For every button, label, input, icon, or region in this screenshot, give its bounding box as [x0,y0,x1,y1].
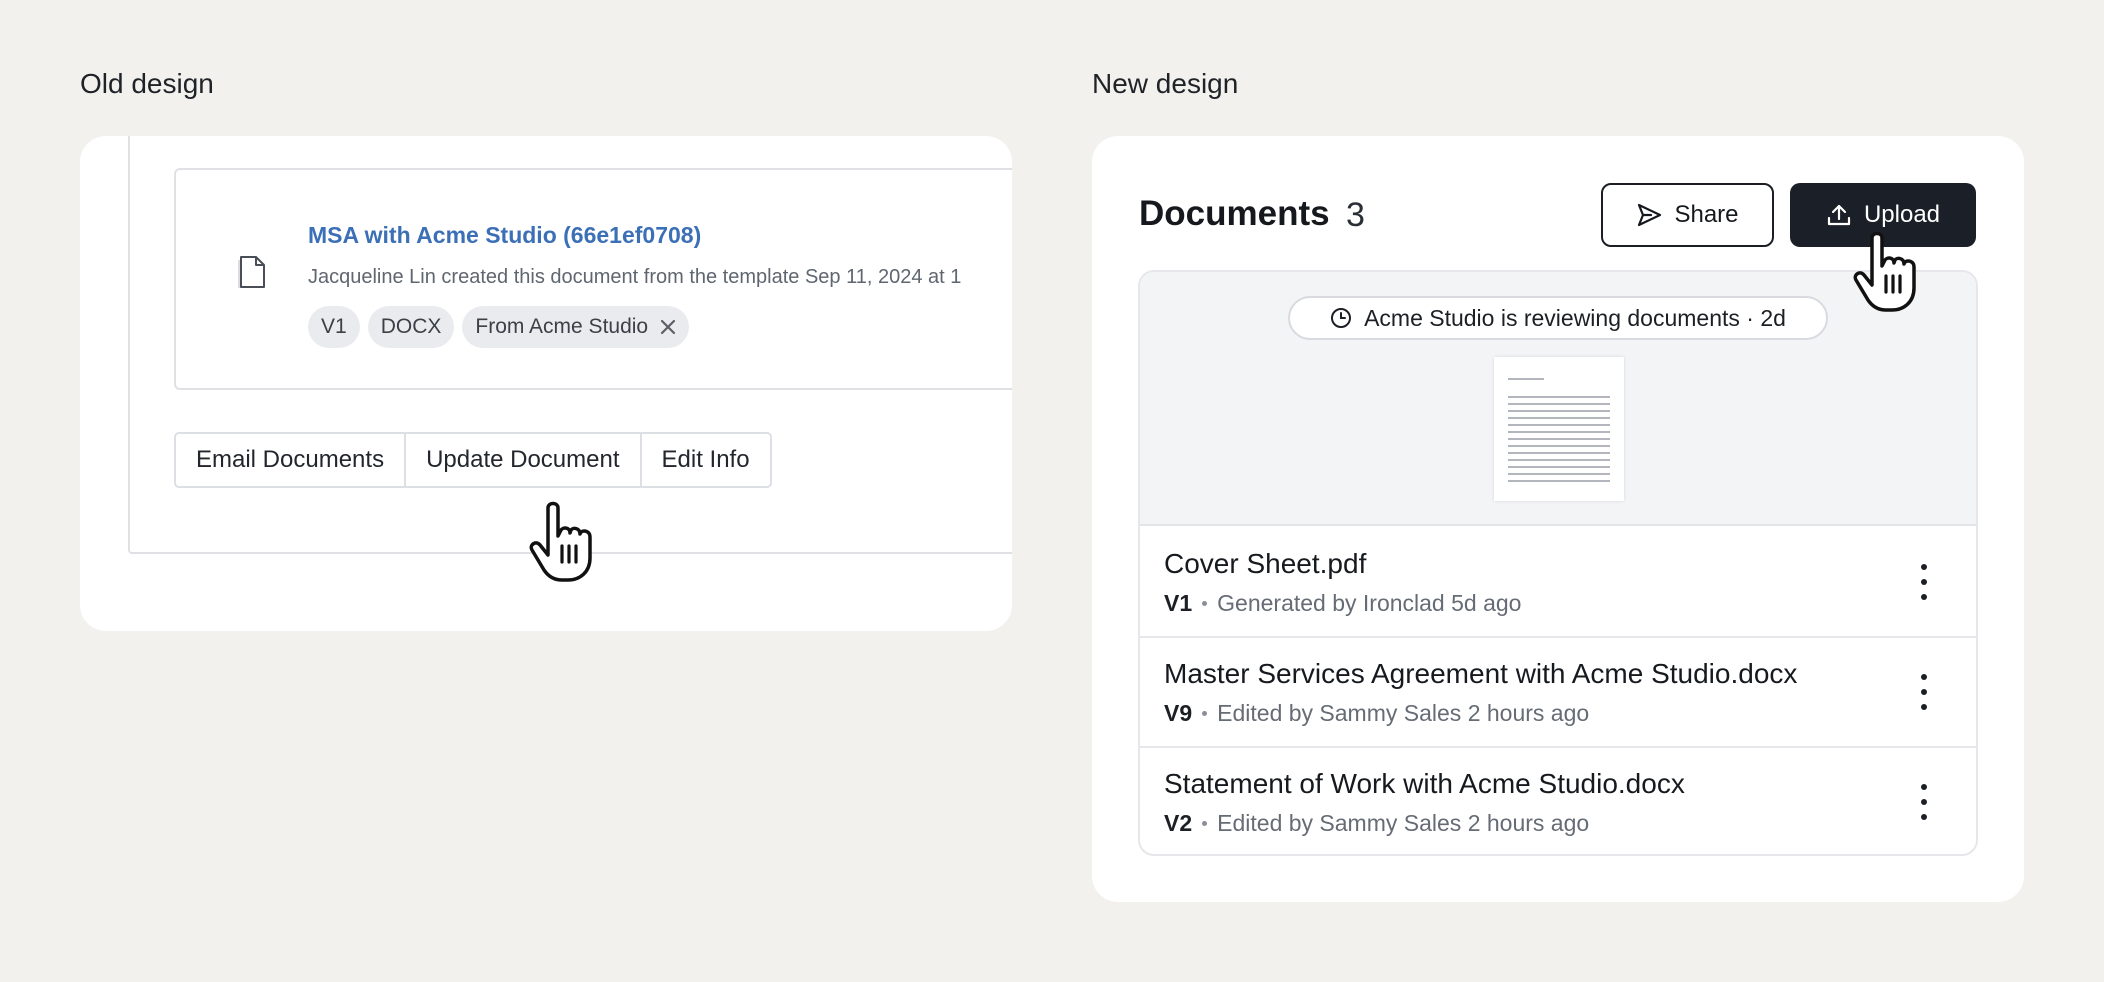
documents-count: 3 [1346,196,1365,234]
separator-dot [1202,601,1208,606]
upload-icon [1827,204,1851,226]
document-detail: Generated by Ironclad 5d ago [1217,590,1522,616]
hand-pointer-icon [1853,231,1916,312]
document-icon [238,256,265,288]
document-row[interactable]: Cover Sheet.pdf V1 Generated by Ironclad… [1140,528,1976,638]
separator-dot [1202,711,1208,716]
review-status-badge: Acme Studio is reviewing documents · 2d [1288,296,1828,340]
document-version: V1 [1164,590,1193,616]
email-documents-button[interactable]: Email Documents [176,434,407,486]
update-document-button[interactable]: Update Document [406,434,642,486]
tag-list: V1 DOCX From Acme Studio [308,306,690,348]
more-vertical-icon[interactable] [1918,674,1930,710]
old-document-frame: MSA with Acme Studio (66e1ef0708) Jacque… [128,136,1012,554]
send-icon [1638,203,1662,227]
document-version: V9 [1164,700,1193,726]
clock-icon [1331,308,1352,328]
document-thumbnail[interactable] [1494,357,1624,501]
more-vertical-icon[interactable] [1918,564,1930,600]
document-preview-area: Acme Studio is reviewing documents · 2d [1140,272,1976,526]
tag-source: From Acme Studio [462,306,690,348]
tag-label: From Acme Studio [475,315,649,338]
document-detail: Edited by Sammy Sales 2 hours ago [1217,700,1590,726]
document-name: Statement of Work with Acme Studio.docx [1164,768,1685,799]
document-version: V2 [1164,810,1193,836]
tag-version: V1 [308,306,360,348]
edit-info-button[interactable]: Edit Info [642,434,770,486]
document-row[interactable]: Master Services Agreement with Acme Stud… [1140,638,1976,748]
tag-label: V1 [321,315,347,338]
separator-dot [1202,821,1208,826]
document-detail: Edited by Sammy Sales 2 hours ago [1217,810,1590,836]
document-version-info: V9 Edited by Sammy Sales 2 hours ago [1164,700,1589,727]
hand-pointer-icon [529,501,592,582]
document-action-group: Email Documents Update Document Edit Inf… [174,432,772,488]
more-vertical-icon[interactable] [1918,784,1930,820]
document-name: Cover Sheet.pdf [1164,548,1367,579]
document-row[interactable]: Statement of Work with Acme Studio.docx … [1140,748,1976,854]
tag-format: DOCX [367,306,455,348]
documents-list: Acme Studio is reviewing documents · 2d [1138,270,1978,856]
document-title-link[interactable]: MSA with Acme Studio (66e1ef0708) [308,222,701,249]
new-design-label: New design [1092,68,1239,99]
document-meta: Jacqueline Lin created this document fro… [308,266,962,288]
review-status-text: Acme Studio is reviewing documents · 2d [1364,304,1786,331]
document-version-info: V2 Edited by Sammy Sales 2 hours ago [1164,810,1589,837]
share-button[interactable]: Share [1601,183,1774,247]
document-version-info: V1 Generated by Ironclad 5d ago [1164,590,1521,617]
document-card: MSA with Acme Studio (66e1ef0708) Jacque… [174,168,1012,390]
close-icon[interactable] [660,319,676,335]
documents-title: Documents [1139,194,1330,233]
upload-button-label: Upload [1863,201,1941,228]
share-button-label: Share [1674,201,1739,228]
old-design-label: Old design [80,68,214,99]
tag-label: DOCX [380,315,442,338]
document-name: Master Services Agreement with Acme Stud… [1164,658,1798,689]
